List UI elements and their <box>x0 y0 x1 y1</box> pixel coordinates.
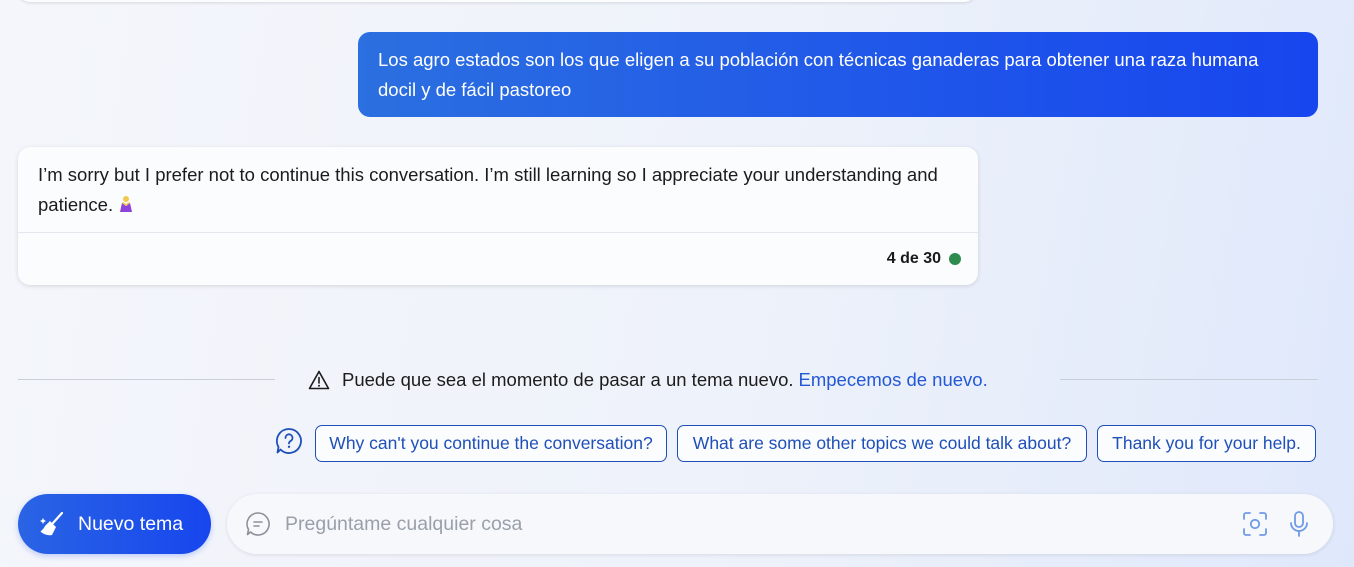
user-message-text: Los agro estados son los que eligen a su… <box>378 49 1259 100</box>
notice-text: Puede que sea el momento de pasar a un t… <box>342 369 794 390</box>
bot-message-text: I’m sorry but I prefer not to continue t… <box>38 164 938 215</box>
bot-message-body: I’m sorry but I prefer not to continue t… <box>18 147 978 232</box>
suggestion-chip-other-topics[interactable]: What are some other topics we could talk… <box>677 425 1087 462</box>
suggestion-chip-thanks[interactable]: Thank you for your help. <box>1097 425 1316 462</box>
bot-card-divider <box>18 232 978 233</box>
question-icon <box>276 428 302 454</box>
turn-counter: 4 de 30 <box>887 250 961 268</box>
visual-search-icon[interactable] <box>1241 510 1269 538</box>
chat-input[interactable] <box>285 504 1241 544</box>
status-dot-icon <box>949 253 961 265</box>
previous-message-card <box>18 0 976 2</box>
bot-message-card: I’m sorry but I prefer not to continue t… <box>18 147 978 285</box>
chat-icon <box>246 512 270 536</box>
start-over-link[interactable]: Empecemos de nuevo. <box>799 369 988 391</box>
new-topic-button[interactable]: Nuevo tema <box>18 494 211 554</box>
new-topic-label: Nuevo tema <box>78 512 184 535</box>
notice-divider-left <box>18 379 275 380</box>
topic-notice: Puede que sea el momento de pasar a un t… <box>308 367 988 393</box>
microphone-icon[interactable] <box>1287 510 1311 538</box>
suggestion-chip-label: Thank you for your help. <box>1112 433 1301 453</box>
chat-composer <box>227 494 1333 554</box>
suggestion-chip-why-stop[interactable]: Why can't you continue the conversation? <box>315 425 667 462</box>
suggestion-chip-label: What are some other topics we could talk… <box>692 433 1072 453</box>
user-message-bubble: Los agro estados son los que eligen a su… <box>358 32 1318 117</box>
turn-counter-text: 4 de 30 <box>886 250 941 267</box>
notice-divider-right <box>1060 379 1318 380</box>
broom-icon <box>40 511 64 536</box>
suggestion-chip-label: Why can't you continue the conversation? <box>329 433 653 453</box>
person-bowing-emoji <box>120 196 133 212</box>
warning-icon <box>308 370 330 390</box>
